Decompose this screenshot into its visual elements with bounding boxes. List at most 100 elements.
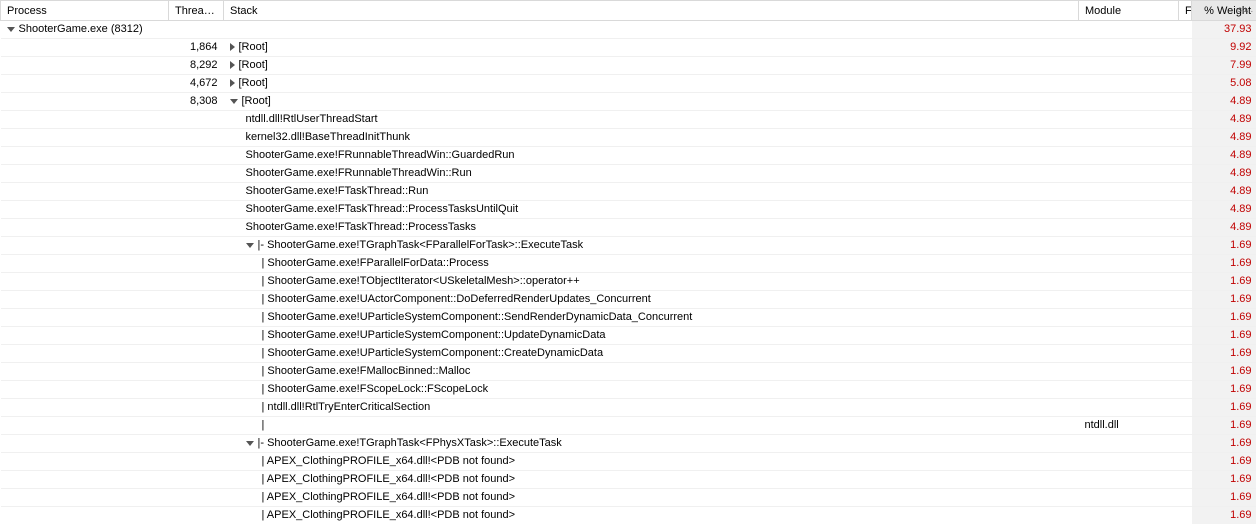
cell-stack: [Root] [224, 57, 1079, 75]
table-row[interactable]: | APEX_ClothingPROFILE_x64.dll!<PDB not … [1, 507, 1256, 524]
weight-value: 1.69 [1230, 419, 1251, 431]
table-row[interactable]: | ShooterGame.exe!UParticleSystemCompone… [1, 345, 1256, 363]
cell-process [1, 309, 169, 327]
expand-icon[interactable] [230, 43, 235, 51]
table-row[interactable]: | ShooterGame.exe!UParticleSystemCompone… [1, 309, 1256, 327]
expand-icon[interactable] [230, 79, 235, 87]
table-row[interactable]: | ShooterGame.exe!FParallelForData::Proc… [1, 255, 1256, 273]
stack-frame: | APEX_ClothingPROFILE_x64.dll!<PDB not … [262, 455, 516, 467]
stack-frame: | ShooterGame.exe!TObjectIterator<USkele… [262, 275, 580, 287]
table-row[interactable]: | ShooterGame.exe!FScopeLock::FScopeLock… [1, 381, 1256, 399]
cell-thread-id [169, 489, 224, 507]
collapse-icon[interactable] [230, 99, 238, 104]
cell-stack: kernel32.dll!BaseThreadInitThunk [224, 129, 1079, 147]
collapse-icon[interactable] [246, 243, 254, 248]
table-row[interactable]: ntdll.dll!RtlUserThreadStart4.89 [1, 111, 1256, 129]
stack-frame: |- ShooterGame.exe!TGraphTask<FPhysXTask… [258, 437, 562, 449]
table-row[interactable]: | ntdll.dll!RtlTryEnterCriticalSection1.… [1, 399, 1256, 417]
expand-icon[interactable] [230, 61, 235, 69]
cell-f [1179, 237, 1192, 255]
cell-weight: 4.89 [1192, 129, 1256, 147]
weight-value: 4.89 [1230, 167, 1251, 179]
table-row[interactable]: | APEX_ClothingPROFILE_x64.dll!<PDB not … [1, 489, 1256, 507]
cell-process [1, 399, 169, 417]
cell-stack: ShooterGame.exe!FTaskThread::ProcessTask… [224, 219, 1079, 237]
cell-weight: 1.69 [1192, 507, 1256, 524]
cell-module [1079, 93, 1179, 111]
cell-weight: 1.69 [1192, 255, 1256, 273]
table-row[interactable]: 4,672[Root]5.08 [1, 75, 1256, 93]
cell-weight: 37.93 [1192, 21, 1256, 39]
cell-module [1079, 129, 1179, 147]
weight-value: 1.69 [1230, 275, 1251, 287]
table-row[interactable]: ShooterGame.exe!FTaskThread::ProcessTask… [1, 219, 1256, 237]
cell-weight: 4.89 [1192, 183, 1256, 201]
cell-stack: [Root] [224, 39, 1079, 57]
table-row[interactable]: 1,864[Root]9.92 [1, 39, 1256, 57]
cell-process [1, 183, 169, 201]
table-row[interactable]: |ntdll.dll1.69 [1, 417, 1256, 435]
col-header-f[interactable]: F [1179, 1, 1192, 21]
cell-weight: 1.69 [1192, 489, 1256, 507]
cell-stack: ShooterGame.exe!FTaskThread::ProcessTask… [224, 201, 1079, 219]
stack-frame: [Root] [242, 95, 271, 107]
cell-module [1079, 147, 1179, 165]
stack-frame: | APEX_ClothingPROFILE_x64.dll!<PDB not … [262, 473, 516, 485]
cell-thread-id [169, 165, 224, 183]
table-row[interactable]: ShooterGame.exe!FRunnableThreadWin::Guar… [1, 147, 1256, 165]
collapse-icon[interactable] [246, 441, 254, 446]
table-row[interactable]: ShooterGame.exe!FTaskThread::Run4.89 [1, 183, 1256, 201]
cell-module [1079, 57, 1179, 75]
table-row[interactable]: kernel32.dll!BaseThreadInitThunk 4.89 [1, 129, 1256, 147]
cell-f [1179, 453, 1192, 471]
cell-module: ntdll.dll [1079, 417, 1179, 435]
cell-weight: 1.69 [1192, 327, 1256, 345]
collapse-icon[interactable] [7, 27, 15, 32]
table-row[interactable]: | ShooterGame.exe!UParticleSystemCompone… [1, 327, 1256, 345]
table-row[interactable]: ShooterGame.exe!FTaskThread::ProcessTask… [1, 201, 1256, 219]
cell-thread-id [169, 183, 224, 201]
table-row[interactable]: |- ShooterGame.exe!TGraphTask<FPhysXTask… [1, 435, 1256, 453]
weight-value: 4.89 [1230, 185, 1251, 197]
stack-frame: | APEX_ClothingPROFILE_x64.dll!<PDB not … [262, 509, 516, 521]
cell-f [1179, 93, 1192, 111]
stack-frame: [Root] [239, 41, 268, 53]
table-row[interactable]: |- ShooterGame.exe!TGraphTask<FParallelF… [1, 237, 1256, 255]
cell-stack: | ShooterGame.exe!UParticleSystemCompone… [224, 327, 1079, 345]
col-header-module[interactable]: Module [1079, 1, 1179, 21]
cell-module [1079, 453, 1179, 471]
stack-frame: ShooterGame.exe!FTaskThread::ProcessTask… [246, 221, 476, 233]
cell-stack: | APEX_ClothingPROFILE_x64.dll!<PDB not … [224, 471, 1079, 489]
cell-stack: |- ShooterGame.exe!TGraphTask<FPhysXTask… [224, 435, 1079, 453]
cell-process [1, 507, 169, 524]
cell-process [1, 381, 169, 399]
stack-frame: ShooterGame.exe!FRunnableThreadWin::Guar… [246, 149, 515, 161]
table-row[interactable]: | ShooterGame.exe!TObjectIterator<USkele… [1, 273, 1256, 291]
cell-module [1079, 363, 1179, 381]
table-row[interactable]: ShooterGame.exe!FRunnableThreadWin::Run4… [1, 165, 1256, 183]
weight-value: 5.08 [1230, 77, 1251, 89]
cell-f [1179, 417, 1192, 435]
weight-value: 1.69 [1230, 365, 1251, 377]
cell-stack: | ShooterGame.exe!FMallocBinned::Malloc [224, 363, 1079, 381]
col-header-weight[interactable]: % Weight su... [1192, 1, 1256, 21]
table-row[interactable]: | ShooterGame.exe!UActorComponent::DoDef… [1, 291, 1256, 309]
col-header-thread[interactable]: Thread ID [169, 1, 224, 21]
table-row[interactable]: ShooterGame.exe (8312) 37.93 [1, 21, 1256, 39]
table-row[interactable]: 8,292[Root]7.99 [1, 57, 1256, 75]
table-row[interactable]: | APEX_ClothingPROFILE_x64.dll!<PDB not … [1, 453, 1256, 471]
cell-thread-id [169, 309, 224, 327]
cell-module [1079, 75, 1179, 93]
stack-frame: | ShooterGame.exe!UParticleSystemCompone… [262, 347, 604, 359]
table-row[interactable]: 8,308[Root]4.89 [1, 93, 1256, 111]
stack-frame: | APEX_ClothingPROFILE_x64.dll!<PDB not … [262, 491, 516, 503]
weight-value: 4.89 [1230, 149, 1251, 161]
table-row[interactable]: | ShooterGame.exe!FMallocBinned::Malloc 1… [1, 363, 1256, 381]
col-header-stack[interactable]: Stack [224, 1, 1079, 21]
cell-thread-id [169, 417, 224, 435]
col-header-process[interactable]: Process [1, 1, 169, 21]
stack-frame: | ShooterGame.exe!FMallocBinned::Malloc [262, 365, 471, 377]
table-row[interactable]: | APEX_ClothingPROFILE_x64.dll!<PDB not … [1, 471, 1256, 489]
cell-process: ShooterGame.exe (8312) [1, 21, 169, 39]
cell-f [1179, 309, 1192, 327]
